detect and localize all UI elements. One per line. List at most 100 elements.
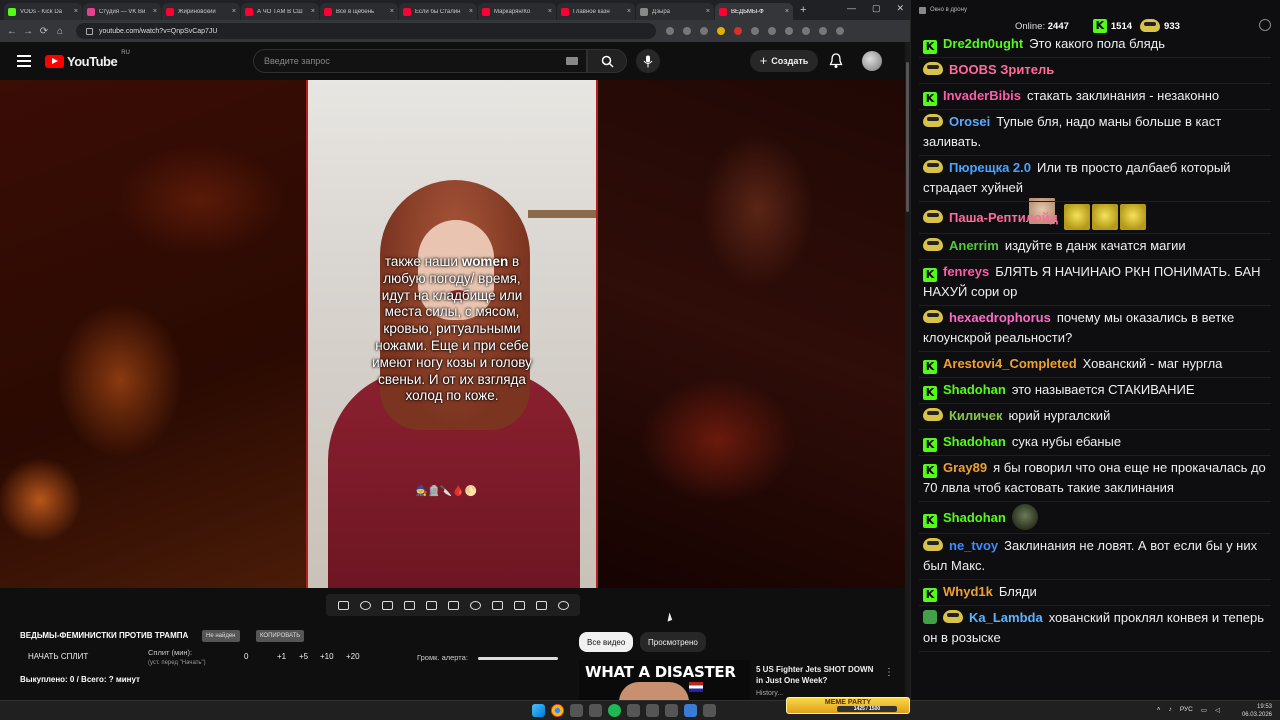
extension-icon[interactable] (717, 27, 725, 35)
speed-icon[interactable] (469, 600, 481, 610)
chat-message[interactable]: ne_tvoy Заклинания не ловят. А вот если б… (919, 534, 1271, 580)
chat-username[interactable]: ne_tvoy (949, 538, 998, 553)
start-icon[interactable] (532, 704, 545, 717)
chat-message[interactable]: K Shadohan это называется СТАКИВАНИЕ (919, 378, 1271, 404)
close-tab-icon[interactable]: × (548, 8, 552, 15)
keyboard-icon[interactable] (566, 57, 578, 65)
bookmark-icon[interactable] (700, 27, 708, 35)
close-tab-icon[interactable]: × (232, 8, 236, 15)
close-tab-icon[interactable]: × (153, 8, 157, 15)
start-split-button[interactable]: НАЧАТЬ СПЛИТ (28, 652, 88, 661)
notifications-icon[interactable] (829, 53, 843, 69)
loop-icon[interactable] (337, 600, 349, 610)
browser-tab[interactable]: ВЕДЬМЫ-Ф × (715, 3, 793, 20)
close-tab-icon[interactable]: × (627, 8, 631, 15)
split-plus-5-button[interactable]: +5 (299, 652, 308, 661)
extensions-menu-icon[interactable] (768, 27, 776, 35)
sidebar-icon[interactable] (802, 27, 810, 35)
back-icon[interactable]: ← (4, 26, 20, 37)
more-options-icon[interactable]: ⋮ (884, 667, 894, 678)
search-button[interactable] (587, 49, 627, 73)
browser-tab[interactable]: А ЧО ТАМ В СШ × (241, 3, 319, 20)
forward-icon[interactable]: → (20, 26, 36, 37)
chat-username[interactable]: Anerrim (949, 238, 999, 253)
download-icon[interactable] (785, 27, 793, 35)
voice-search-button[interactable] (636, 49, 660, 73)
chat-username[interactable]: Shadohan (943, 434, 1006, 449)
media-player-icon[interactable] (665, 704, 678, 717)
home-icon[interactable]: ⌂ (52, 26, 68, 37)
network-icon[interactable]: ▭ (1201, 706, 1207, 714)
url-field[interactable]: youtube.com/watch?v=QnpSvCap7JU (76, 23, 656, 39)
chat-message[interactable]: BOOBS Зритель (919, 58, 1271, 224)
profile-icon[interactable] (819, 27, 827, 35)
browser-tab[interactable]: Если бы Сталин × (399, 3, 477, 20)
chat-username[interactable]: Пюрещка 2.0 (949, 160, 1031, 175)
minimize-icon[interactable]: — (847, 3, 856, 14)
search-input[interactable]: Введите запрос (253, 49, 587, 73)
extension-icon[interactable] (751, 27, 759, 35)
maximize-icon[interactable]: ▢ (872, 3, 881, 14)
chat-message[interactable]: K Shadohan (919, 502, 1271, 534)
chat-username[interactable]: Shadohan (943, 382, 1006, 397)
obs-icon[interactable] (627, 704, 640, 717)
chat-message[interactable]: Киличек юрий нургалский (919, 404, 1271, 430)
chat-message[interactable]: Ka_Lambda хованский проклял конвея и тепе… (919, 606, 1271, 652)
close-tab-icon[interactable]: × (390, 8, 394, 15)
zoom-icon[interactable] (666, 27, 674, 35)
new-tab-button[interactable]: + (800, 4, 806, 16)
chat-message[interactable]: K Gray89 я бы говорил что она еще не прока… (919, 456, 1271, 502)
browser-tab[interactable]: Дзыра × (636, 3, 714, 20)
chat-username[interactable]: Паша-Рептилойд (949, 210, 1058, 225)
chat-username[interactable]: Gray89 (943, 460, 987, 475)
discord-icon[interactable] (646, 704, 659, 717)
chat-username[interactable]: Orosei (949, 114, 990, 129)
chat-message[interactable]: hexaedrophorus почему мы оказались в ветк… (919, 306, 1271, 352)
split-plus-10-button[interactable]: +10 (320, 652, 334, 661)
chat-message[interactable]: K Dre2dn0ught Это какого пола блядь (919, 32, 1271, 58)
chat-message[interactable]: Пюрещка 2.0 Или тв просто далбаеб который… (919, 156, 1271, 202)
chat-message[interactable]: Orosei Тупые бля, надо маны больше в каст… (919, 110, 1271, 156)
watch-later-icon[interactable] (381, 600, 393, 610)
app-icon[interactable] (703, 704, 716, 717)
recommended-thumbnail[interactable]: WHAT A DISASTER (579, 660, 750, 700)
close-tab-icon[interactable]: × (706, 8, 710, 15)
chevron-up-icon[interactable]: ˄ (1157, 706, 1161, 714)
chat-message[interactable]: K InvaderBibis стакать заклинания - незако… (919, 84, 1271, 110)
microphone-tray-icon[interactable]: ♪ (1169, 706, 1172, 714)
cast-icon[interactable] (683, 27, 691, 35)
extension-icon[interactable] (734, 27, 742, 35)
chip-watched[interactable]: Просмотрено (640, 632, 706, 652)
gear-icon[interactable] (1259, 19, 1271, 31)
recommended-channel[interactable]: History... (756, 690, 783, 697)
split-plus-20-button[interactable]: +20 (346, 652, 360, 661)
avatar[interactable] (862, 51, 882, 71)
youtube-logo[interactable]: YouTube RU (45, 50, 130, 69)
cast-icon[interactable] (491, 600, 503, 610)
browser-tab[interactable]: Студия — VK Ви × (83, 3, 161, 20)
broadcast-icon[interactable] (359, 600, 371, 610)
chat-username[interactable]: Киличек (949, 408, 1002, 423)
chat-message[interactable]: K Arestovi4_Completed Хованский - маг нург… (919, 352, 1271, 378)
browser-tab[interactable]: Все в щебень × (320, 3, 398, 20)
reload-icon[interactable]: ⟳ (36, 26, 52, 37)
chat-message-list[interactable]: K Dre2dn0ught Это какого пола блядь BOOBS З… (919, 32, 1271, 652)
close-tab-icon[interactable]: × (785, 8, 789, 15)
close-window-icon[interactable]: ✕ (896, 3, 904, 14)
pip-icon[interactable] (425, 600, 437, 610)
language-indicator[interactable]: РУС (1180, 706, 1193, 714)
close-tab-icon[interactable]: × (74, 8, 78, 15)
browser-tab[interactable]: Главное казн × (557, 3, 635, 20)
chat-username[interactable]: InvaderBibis (943, 88, 1021, 103)
chat-message[interactable]: Паша-Рептилойд (919, 202, 1271, 234)
chat-username[interactable]: Whyd1k (943, 584, 993, 599)
browser-tab[interactable]: Маркарян/Ко × (478, 3, 556, 20)
theater-icon[interactable] (447, 600, 459, 610)
filter-icon[interactable] (535, 600, 547, 610)
site-info-icon[interactable] (86, 27, 93, 35)
alert-volume-slider[interactable] (478, 657, 558, 660)
create-button[interactable]: + Создать (750, 50, 818, 72)
close-tab-icon[interactable]: × (469, 8, 473, 15)
chat-username[interactable]: hexaedrophorus (949, 310, 1051, 325)
menu-icon[interactable] (17, 55, 31, 67)
